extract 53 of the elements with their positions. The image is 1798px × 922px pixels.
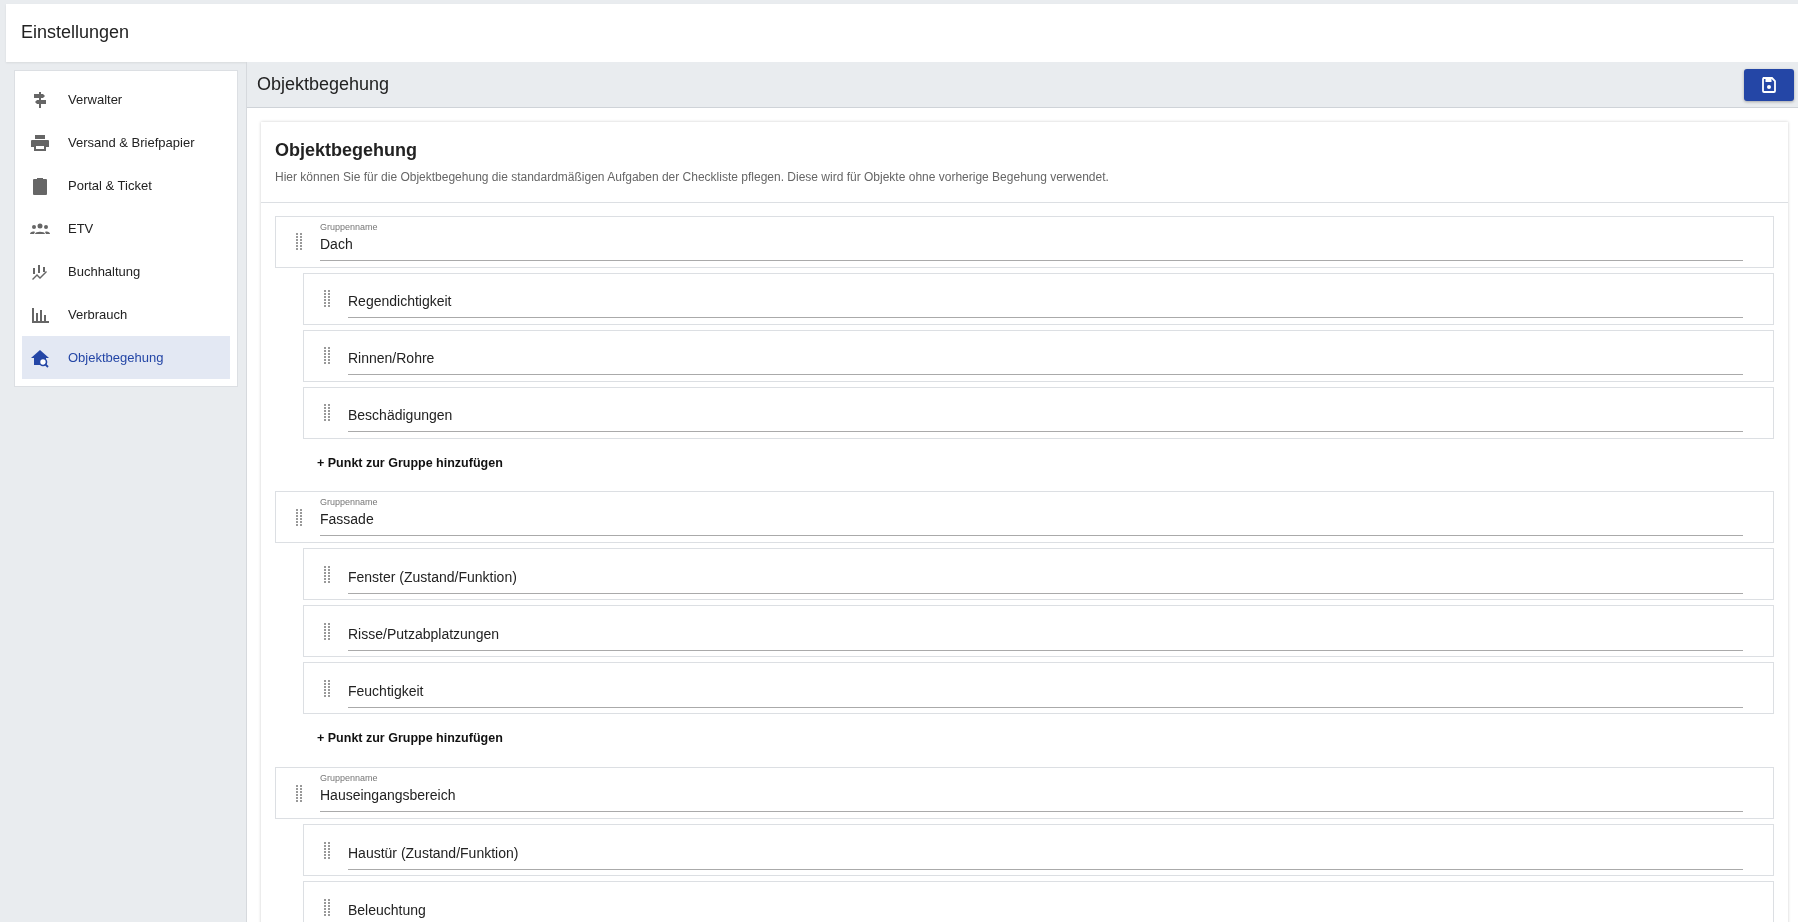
add-item-link[interactable]: + Punkt zur Gruppe hinzufügen — [317, 729, 503, 749]
drag-handle-icon[interactable] — [324, 565, 330, 583]
drag-handle-icon[interactable] — [296, 508, 302, 526]
checklist-item-field[interactable]: Feuchtigkeit — [348, 678, 1743, 708]
checklist-item-field[interactable]: Regendichtigkeit — [348, 289, 1743, 319]
drag-handle-icon[interactable] — [324, 679, 330, 697]
sidebar-item[interactable]: Verwalter — [22, 78, 230, 121]
checklist-item-row[interactable]: Risse/Putzabplatzungen — [303, 605, 1774, 658]
field-label: Gruppenname — [320, 498, 379, 508]
drag-handle-icon[interactable] — [324, 404, 330, 422]
field-label: Gruppenname — [320, 222, 379, 232]
drag-handle-icon[interactable] — [296, 784, 302, 802]
checklist-item-field[interactable]: Beschädigungen — [348, 403, 1743, 433]
card-title: Objektbegehung — [275, 140, 418, 162]
drag-handle-icon[interactable] — [324, 898, 330, 916]
page-title: Objektbegehung — [257, 73, 390, 96]
group-row[interactable]: Gruppenname Hauseingangsbereich — [275, 767, 1774, 820]
checklist-item-field[interactable]: Rinnen/Rohre — [348, 346, 1743, 376]
add-item-link[interactable]: + Punkt zur Gruppe hinzufügen — [317, 453, 503, 473]
sidebar-item[interactable]: ETV — [22, 207, 230, 250]
field-label: Gruppenname — [320, 774, 379, 784]
checklist-item-row[interactable]: Beschädigungen — [303, 386, 1774, 439]
drag-handle-icon[interactable] — [324, 347, 330, 365]
printer-icon — [30, 132, 50, 153]
drag-handle-icon[interactable] — [324, 622, 330, 640]
checklist-item-row[interactable]: Fenster (Zustand/Funktion) — [303, 548, 1774, 601]
drag-handle-icon[interactable] — [296, 233, 302, 251]
clipboard-icon — [30, 175, 50, 196]
house-search-icon — [30, 347, 50, 368]
checklist-item-field[interactable]: Haustür (Zustand/Funktion) — [348, 840, 1743, 870]
drag-handle-icon[interactable] — [324, 841, 330, 859]
checklist-item-row[interactable]: Regendichtigkeit — [303, 272, 1774, 325]
group-name-field[interactable]: Dach — [320, 231, 1743, 261]
group-row[interactable]: Gruppenname Fassade — [275, 491, 1774, 544]
checklist-item-row[interactable]: Feuchtigkeit — [303, 662, 1774, 715]
checklist-item-field[interactable]: Fenster (Zustand/Funktion) — [348, 564, 1743, 594]
save-button[interactable] — [1744, 68, 1794, 101]
checklist-item-row[interactable]: Beleuchtung — [303, 881, 1774, 922]
checklist-item-row[interactable]: Haustür (Zustand/Funktion) — [303, 824, 1774, 877]
sidebar-item[interactable]: Versand & Briefpapier — [22, 121, 230, 164]
card-description: Hier können Sie für die Objektbegehung die standardmäßigen Aufgaben der Checkliste pflegen. Diese wird für Objekte ohne vorherige Begehung verwendet. — [275, 168, 1110, 186]
sidebar-item[interactable]: Buchhaltung — [22, 250, 230, 293]
sidebar-item[interactable]: Portal & Ticket — [22, 164, 230, 207]
checklist-item-field[interactable]: Beleuchtung — [348, 897, 1743, 922]
group-name-field[interactable]: Hauseingangsbereich — [320, 783, 1743, 813]
checklist-item-row[interactable]: Rinnen/Rohre — [303, 329, 1774, 382]
sidebar-item[interactable]: Objektbegehung — [22, 336, 230, 379]
drag-handle-icon[interactable] — [324, 290, 330, 308]
sidebar-item[interactable]: Verbrauch — [22, 293, 230, 336]
group-row[interactable]: Gruppenname Dach — [275, 215, 1774, 268]
settings-title: Einstellungen — [21, 22, 130, 44]
group-name-field[interactable]: Fassade — [320, 507, 1743, 537]
checklist-item-field[interactable]: Risse/Putzabplatzungen — [348, 621, 1743, 651]
